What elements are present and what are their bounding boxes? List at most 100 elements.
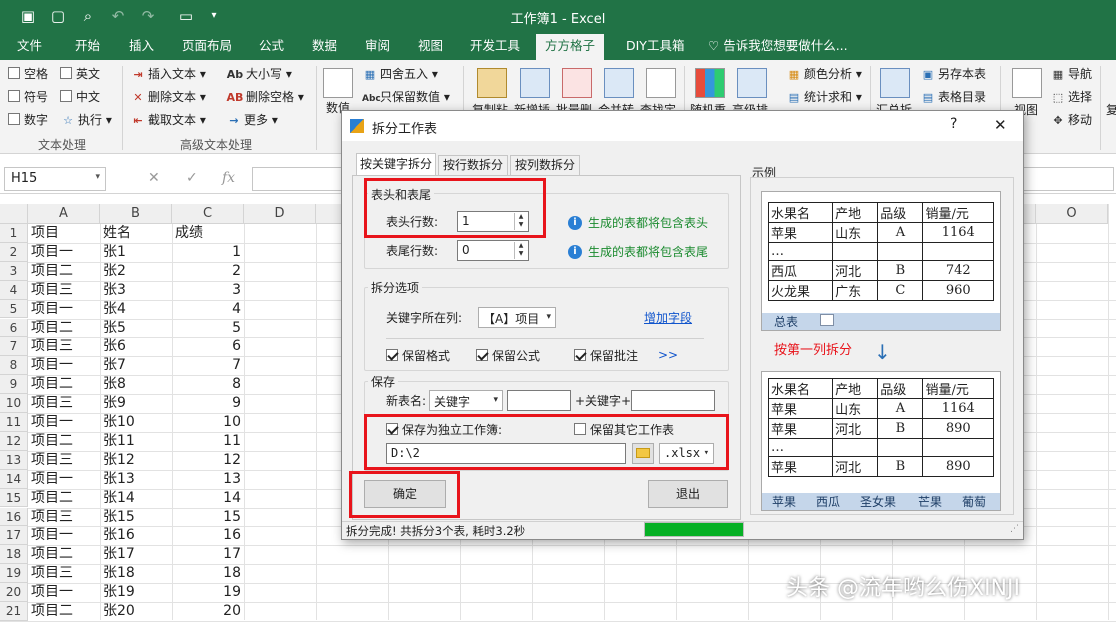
cell[interactable]: 13 — [173, 470, 243, 488]
tab-fangfang[interactable]: 方方格子 — [536, 34, 605, 60]
tab-page-layout[interactable]: 页面布局 — [182, 34, 232, 60]
cell[interactable]: 8 — [173, 375, 243, 393]
tab-insert[interactable]: 插入 — [129, 34, 154, 60]
help-button[interactable]: ? — [950, 116, 957, 132]
name-suffix-input[interactable] — [631, 390, 715, 411]
cell[interactable]: 张15 — [101, 508, 171, 526]
sort-icon[interactable] — [737, 68, 767, 98]
cell[interactable]: 项目二 — [29, 262, 99, 280]
tab-split-by-columns[interactable]: 按列数拆分 — [510, 155, 580, 175]
column-header-C[interactable]: C — [172, 204, 244, 224]
cell[interactable]: 姓名 — [101, 224, 171, 242]
cut-button[interactable]: 复 — [1106, 102, 1116, 118]
cell[interactable]: 张6 — [101, 337, 171, 355]
cell[interactable]: 15 — [173, 508, 243, 526]
row-header[interactable]: 16 — [0, 507, 28, 527]
cell[interactable]: 项目三 — [29, 451, 99, 469]
tab-file[interactable]: 文件 — [17, 34, 42, 60]
header-rows-stepper[interactable]: 1 ▲ ▼ — [457, 211, 529, 232]
browse-folder-button[interactable] — [632, 443, 654, 464]
cell[interactable]: 项目一 — [29, 356, 99, 374]
cell[interactable]: 17 — [173, 545, 243, 563]
row-header[interactable]: 1 — [0, 224, 28, 243]
cell[interactable]: 张17 — [101, 545, 171, 563]
cell[interactable]: 6 — [173, 337, 243, 355]
keep-format-checkbox[interactable]: 保留格式 — [386, 348, 450, 364]
stepper-arrows-icon[interactable]: ▲ ▼ — [514, 242, 527, 259]
cell[interactable]: 项目二 — [29, 489, 99, 507]
tab-home[interactable]: 开始 — [75, 34, 100, 60]
save-path-input[interactable]: D:\2 — [386, 443, 626, 464]
cell[interactable]: 张19 — [101, 583, 171, 601]
view-icon[interactable] — [1012, 68, 1042, 98]
more-button[interactable]: → 更多 ▾ — [226, 112, 277, 129]
row-header[interactable]: 14 — [0, 469, 28, 489]
cell[interactable]: 1 — [173, 243, 243, 261]
confirm-icon[interactable]: ✓ — [186, 170, 198, 186]
select-button[interactable]: ⬚ 选择 — [1050, 89, 1092, 106]
cell[interactable]: 张11 — [101, 432, 171, 450]
footer-rows-stepper[interactable]: 0 ▲ ▼ — [457, 240, 529, 261]
cell[interactable]: 项目一 — [29, 413, 99, 431]
paste-icon[interactable] — [477, 68, 507, 98]
name-prefix-input[interactable] — [507, 390, 571, 411]
row-header[interactable]: 15 — [0, 488, 28, 508]
cell[interactable]: 项目一 — [29, 470, 99, 488]
row-header[interactable]: 4 — [0, 280, 28, 300]
insert-text-button[interactable]: ⇥ 插入文本 ▾ — [130, 66, 205, 83]
tab-view[interactable]: 视图 — [418, 34, 443, 60]
stat-sum-button[interactable]: ▤ 统计求和 ▾ — [786, 89, 862, 106]
cell[interactable]: 11 — [173, 432, 243, 450]
keep-comment-checkbox[interactable]: 保留批注 — [574, 348, 638, 364]
row-header[interactable]: 2 — [0, 242, 28, 262]
cell[interactable]: 张1 — [101, 243, 171, 261]
move-button[interactable]: ✥ 移动 — [1050, 112, 1092, 129]
new-name-select[interactable]: 关键字 ▾ — [429, 390, 503, 411]
key-column-select[interactable]: 【A】项目 ▾ — [478, 307, 556, 328]
tell-me-box[interactable]: ♡ 告诉我您想要做什么... — [708, 34, 848, 60]
cell[interactable]: 张7 — [101, 356, 171, 374]
check-english[interactable]: 英文 — [60, 66, 100, 82]
exit-button[interactable]: 退出 — [648, 480, 728, 508]
cell[interactable]: 20 — [173, 602, 243, 620]
cell[interactable]: 项目三 — [29, 281, 99, 299]
tab-split-by-keyword[interactable]: 按关键字拆分 — [356, 153, 436, 175]
cell[interactable]: 项目三 — [29, 508, 99, 526]
row-header[interactable]: 6 — [0, 318, 28, 338]
row-header[interactable]: 13 — [0, 450, 28, 470]
name-box[interactable]: H15 ▾ — [4, 167, 106, 191]
stepper-arrows-icon[interactable]: ▲ ▼ — [514, 213, 527, 230]
sheet-toc-button[interactable]: ▤ 表格目录 — [920, 89, 986, 106]
cell[interactable]: 19 — [173, 583, 243, 601]
resize-grip-icon[interactable]: ⋰ — [1010, 524, 1019, 534]
cell[interactable]: 张2 — [101, 262, 171, 280]
check-symbol[interactable]: 符号 — [8, 89, 48, 105]
cell[interactable]: 12 — [173, 451, 243, 469]
summary-split-icon[interactable] — [880, 68, 910, 98]
cell[interactable]: 9 — [173, 394, 243, 412]
cell[interactable]: 项目二 — [29, 602, 99, 620]
cell[interactable]: 张3 — [101, 281, 171, 299]
cell[interactable]: 16 — [173, 526, 243, 544]
cell[interactable]: 项目 — [29, 224, 99, 242]
row-header[interactable]: 7 — [0, 337, 28, 357]
extract-text-button[interactable]: ⇤ 截取文本 ▾ — [130, 112, 205, 129]
execute-button[interactable]: ☆ 执行 ▾ — [60, 112, 112, 129]
save-sheet-button[interactable]: ▣ 另存本表 — [920, 66, 986, 83]
cell[interactable]: 张4 — [101, 300, 171, 318]
cell[interactable]: 张9 — [101, 394, 171, 412]
round-button[interactable]: ▦ 四舍五入 ▾ — [362, 66, 438, 83]
row-header[interactable]: 12 — [0, 431, 28, 451]
cell[interactable]: 张5 — [101, 319, 171, 337]
ok-button[interactable]: 确定 — [364, 480, 446, 508]
cell[interactable]: 张10 — [101, 413, 171, 431]
cell[interactable]: 项目二 — [29, 432, 99, 450]
find-locate-icon[interactable] — [646, 68, 676, 98]
select-all-corner[interactable] — [0, 204, 28, 224]
cell[interactable]: 7 — [173, 356, 243, 374]
delete-space-button[interactable]: AB 删除空格 ▾ — [226, 89, 304, 106]
cell[interactable]: 项目一 — [29, 526, 99, 544]
cell[interactable]: 项目二 — [29, 375, 99, 393]
tab-developer[interactable]: 开发工具 — [470, 34, 520, 60]
row-header[interactable]: 8 — [0, 356, 28, 376]
